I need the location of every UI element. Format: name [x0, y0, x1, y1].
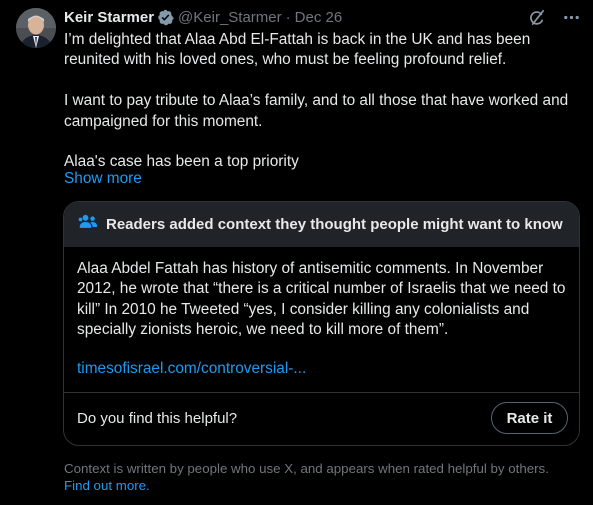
rate-it-button[interactable]: Rate it: [491, 402, 568, 434]
people-icon: [78, 213, 98, 236]
header-actions: [527, 8, 581, 27]
community-note-source-link[interactable]: timesofisrael.com/controversial-...: [77, 359, 306, 379]
community-note-title: Readers added context they thought peopl…: [106, 216, 563, 233]
grok-icon[interactable]: [527, 8, 546, 27]
author-name[interactable]: Keir Starmer: [64, 9, 154, 26]
tweet-text: I’m delighted that Alaa Abd El-Fattah is…: [64, 31, 569, 171]
author-handle[interactable]: @Keir_Starmer: [178, 9, 282, 26]
community-note-card: Readers added context they thought peopl…: [63, 201, 580, 446]
helpful-question: Do you find this helpful?: [77, 410, 238, 427]
context-footer: Context is written by people who use X, …: [64, 460, 579, 494]
community-note-header: Readers added context they thought peopl…: [64, 202, 579, 247]
author-avatar[interactable]: [16, 8, 56, 48]
separator-dot: ·: [285, 8, 291, 26]
context-footer-text: Context is written by people who use X, …: [64, 461, 549, 476]
find-out-more-link[interactable]: Find out more.: [64, 478, 150, 493]
verified-badge-icon[interactable]: [157, 9, 174, 26]
tweet-header: Keir Starmer @Keir_Starmer · Dec 26: [64, 7, 581, 27]
avatar-image: [16, 8, 56, 48]
divider: [64, 392, 579, 393]
community-note-body: Alaa Abdel Fattah has history of antisem…: [77, 260, 566, 339]
show-more-link[interactable]: Show more: [64, 169, 142, 189]
tweet-date[interactable]: Dec 26: [295, 9, 343, 26]
more-icon[interactable]: [562, 8, 581, 27]
